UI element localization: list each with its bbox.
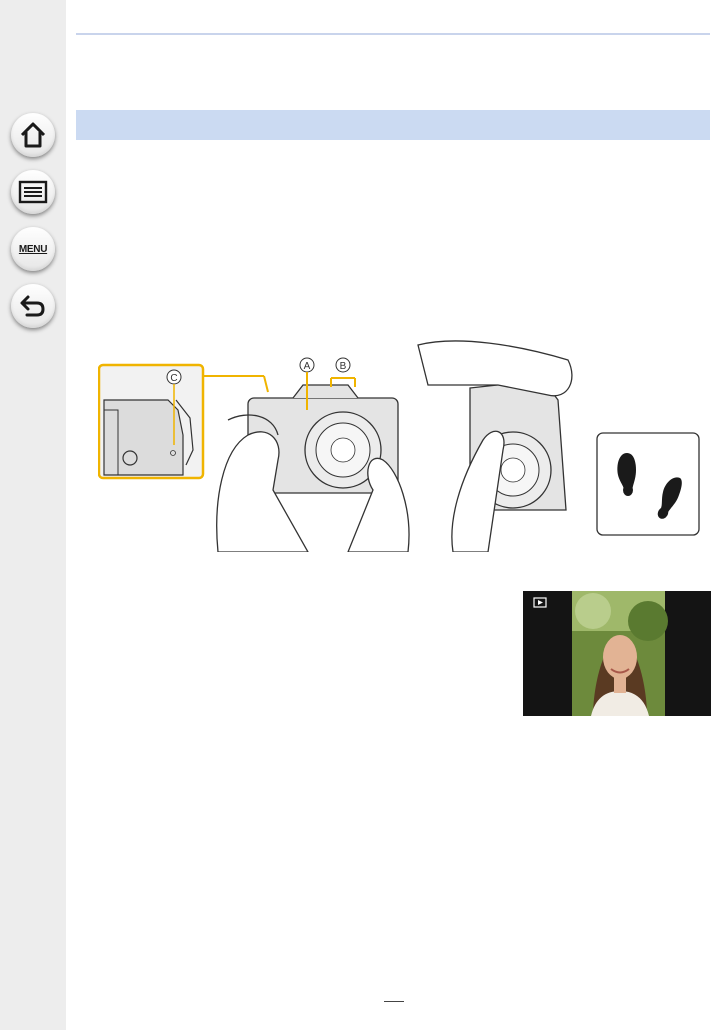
back-arrow-icon [20, 295, 45, 317]
footprints-icon [596, 432, 700, 536]
section-heading-bar [76, 110, 710, 140]
contents-button[interactable] [11, 170, 55, 214]
page-number-rule [384, 1001, 404, 1002]
svg-text:C: C [170, 373, 177, 384]
svg-text:A: A [304, 361, 311, 372]
menu-label: MENU [18, 243, 48, 255]
list-icon [18, 180, 48, 204]
front-camera [216, 384, 410, 552]
home-button[interactable] [11, 113, 55, 157]
sidebar: MENU [0, 0, 66, 1030]
vertical-camera [417, 340, 573, 552]
home-icon [20, 122, 46, 148]
portrait-photo [523, 591, 711, 716]
menu-button[interactable]: MENU [11, 227, 55, 271]
detail-inset [98, 363, 205, 480]
playback-preview-image [523, 591, 711, 716]
label-b: B [330, 357, 356, 387]
header-rule [76, 33, 710, 35]
svg-text:B: B [340, 361, 347, 372]
camera-holding-illustration: C A B [98, 340, 700, 552]
back-button[interactable] [11, 284, 55, 328]
